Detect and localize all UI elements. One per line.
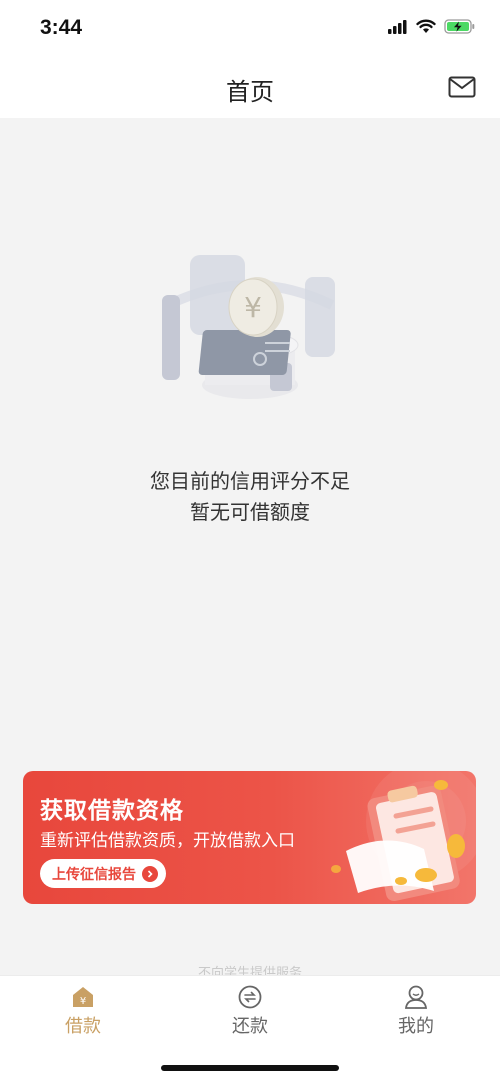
- promo-banner[interactable]: 获取借款资格 重新评估借款资质，开放借款入口 上传征信报告: [23, 771, 476, 904]
- status-time: 3:44: [40, 16, 83, 39]
- user-icon: [404, 985, 428, 1009]
- credit-illustration: ¥: [162, 255, 335, 399]
- house-yuan-icon: ¥: [73, 987, 93, 1007]
- cellular-signal-icon: [388, 19, 407, 34]
- wifi-icon: [416, 19, 436, 33]
- tab-mine-label: 我的: [398, 1016, 434, 1037]
- svg-text:¥: ¥: [244, 291, 262, 324]
- empty-state-line-2: 暂无可借额度: [190, 500, 310, 524]
- tab-mine[interactable]: 我的: [366, 984, 466, 1038]
- status-icons: [388, 19, 476, 34]
- status-bar: 3:44: [0, 0, 500, 58]
- mail-icon: [448, 76, 476, 98]
- empty-state-message: 您目前的信用评分不足 暂无可借额度: [0, 466, 500, 528]
- battery-charging-icon: [444, 19, 475, 34]
- home-indicator: [161, 1065, 339, 1071]
- chevron-right-icon: [142, 865, 158, 882]
- tab-borrow-label: 借款: [65, 1016, 101, 1037]
- upload-credit-report-label: 上传征信报告: [52, 866, 136, 883]
- promo-subtitle: 重新评估借款资质，开放借款入口: [40, 831, 295, 851]
- page-title: 首页: [226, 78, 274, 106]
- promo-title: 获取借款资格: [40, 798, 184, 824]
- nav-bar: 首页: [0, 58, 500, 118]
- message-button[interactable]: [448, 76, 476, 98]
- clipboard-illustration: [331, 771, 476, 902]
- tab-borrow[interactable]: ¥ 借款: [33, 984, 133, 1038]
- footer-note: 不向学生提供服务: [197, 966, 302, 976]
- tab-repay-label: 还款: [232, 1016, 268, 1037]
- empty-state-line-1: 您目前的信用评分不足: [150, 469, 350, 493]
- repay-icon: [238, 985, 262, 1009]
- svg-text:¥: ¥: [80, 996, 86, 1007]
- upload-credit-report-button[interactable]: 上传征信报告: [40, 859, 166, 888]
- tab-repay[interactable]: 还款: [200, 984, 300, 1038]
